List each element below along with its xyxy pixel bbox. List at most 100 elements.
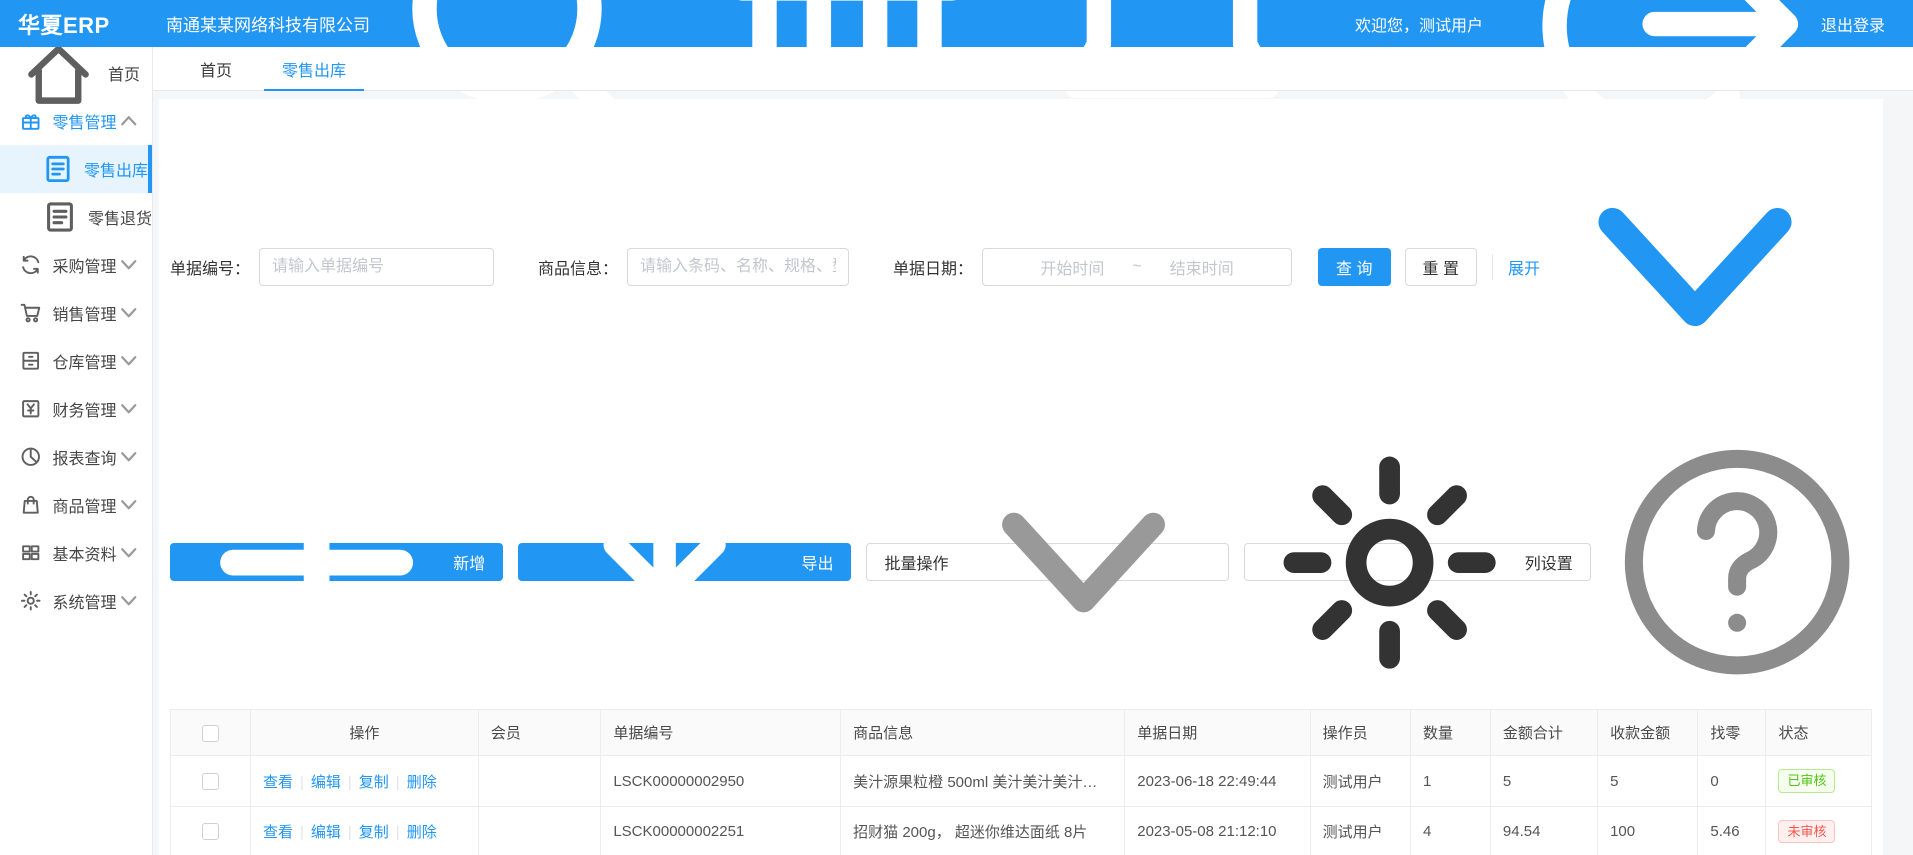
table-head: 操作会员单据编号商品信息单据日期操作员数量金额合计收款金额找零状态 <box>171 710 1872 756</box>
basic-icon <box>19 541 42 564</box>
action-delete-link[interactable]: 删除 <box>407 774 437 791</box>
row-select-cell <box>171 806 251 855</box>
cell-total-amount: 5 <box>1490 756 1597 807</box>
row-checkbox[interactable] <box>202 773 219 790</box>
purchase-icon <box>19 253 42 276</box>
doc-icon <box>41 152 75 186</box>
date-label: 单据日期： <box>893 255 973 279</box>
help-icon[interactable] <box>1606 431 1868 693</box>
column-settings-button[interactable]: 列设置 <box>1244 543 1591 581</box>
tab-home[interactable]: 首页 <box>175 47 257 90</box>
column-header: 单据日期 <box>1125 710 1310 756</box>
table-body: 查看|编辑|复制|删除LSCK00000002950美汁源果粒橙 500ml 美… <box>171 756 1872 855</box>
finance-icon <box>19 397 42 420</box>
filter-bar: 单据编号： 商品信息： 单据日期： 开始时间 ~ 结束 <box>170 117 1872 417</box>
sidebar-item-report[interactable]: 报表查询 <box>0 433 152 481</box>
product-filter: 商品信息： <box>538 248 849 286</box>
chevron-down-icon <box>1545 117 1845 417</box>
gear-icon <box>1262 435 1517 690</box>
sidebar-item-warehouse[interactable]: 仓库管理 <box>0 337 152 385</box>
logout-label: 退出登录 <box>1821 12 1885 36</box>
export-label: 导出 <box>801 550 833 574</box>
cell-change: 5.46 <box>1698 806 1766 855</box>
cell-received-amount: 100 <box>1598 806 1698 855</box>
sidebar-item-label: 仓库管理 <box>52 349 116 373</box>
sidebar-item-purchase[interactable]: 采购管理 <box>0 241 152 289</box>
expand-label: 展开 <box>1508 255 1540 279</box>
download-icon <box>536 434 793 691</box>
goods-icon <box>19 493 42 516</box>
content-area: 单据编号： 商品信息： 单据日期： 开始时间 ~ 结束 <box>153 91 1913 855</box>
sidebar-item-goods[interactable]: 商品管理 <box>0 481 152 529</box>
toolbar: 新增 导出 批量操作 列设置 <box>170 431 1872 693</box>
batch-operations-button[interactable]: 批量操作 <box>866 543 1228 581</box>
export-button[interactable]: 导出 <box>518 543 851 581</box>
main-area: 首页零售出库 单据编号： 商品信息： 单据日期： <box>153 47 1913 855</box>
cell-qty: 4 <box>1410 806 1490 855</box>
tab-retail-outbound[interactable]: 零售出库 <box>257 47 371 90</box>
row-checkbox[interactable] <box>202 823 219 840</box>
expand-link[interactable]: 展开 <box>1508 117 1845 417</box>
select-all-checkbox[interactable] <box>202 725 219 742</box>
date-start-placeholder: 开始时间 <box>1040 255 1104 279</box>
cell-qty: 1 <box>1410 756 1490 807</box>
column-header: 状态 <box>1766 710 1872 756</box>
orders-table: 操作会员单据编号商品信息单据日期操作员数量金额合计收款金额找零状态 查看 | 编辑 |… <box>170 709 1872 855</box>
action-copy-link[interactable]: 复制 <box>359 824 389 841</box>
chevron-down-icon <box>117 253 140 276</box>
sidebar: 首页零售管理零售出库零售退货采购管理销售管理仓库管理财务管理报表查询商品管理基本… <box>0 47 153 855</box>
bill-no-filter: 单据编号： <box>170 248 494 286</box>
plus-icon <box>188 434 445 691</box>
chevron-down-icon <box>117 445 140 468</box>
reset-button[interactable]: 重 置 <box>1405 248 1477 286</box>
action-divider: | <box>348 774 352 791</box>
column-header: 会员 <box>478 710 600 756</box>
add-button[interactable]: 新增 <box>170 543 503 581</box>
sidebar-item-system[interactable]: 系统管理 <box>0 577 152 625</box>
bill-no-input[interactable] <box>259 248 494 286</box>
action-edit-link[interactable]: 编辑 <box>311 824 341 841</box>
content-card: 单据编号： 商品信息： 单据日期： 开始时间 ~ 结束 <box>159 99 1883 855</box>
company-name: 南通某某网络科技有限公司 <box>153 11 370 36</box>
action-divider: | <box>396 824 400 841</box>
date-filter: 单据日期： 开始时间 ~ 结束时间 <box>893 248 1292 286</box>
cell-member <box>478 806 600 855</box>
action-view-link[interactable]: 查看 <box>263 824 293 841</box>
cell-status: 已审核 <box>1766 756 1872 807</box>
retail-icon <box>19 109 42 132</box>
sidebar-item-label: 商品管理 <box>52 493 116 517</box>
column-header: 操作员 <box>1310 710 1410 756</box>
column-header: 找零 <box>1698 710 1766 756</box>
sidebar-item-label: 采购管理 <box>52 253 116 277</box>
chevron-down-icon <box>957 436 1210 689</box>
sidebar-item-finance[interactable]: 财务管理 <box>0 385 152 433</box>
welcome-text: 欢迎您，测试用户 <box>1355 12 1483 36</box>
sidebar-item-basic[interactable]: 基本资料 <box>0 529 152 577</box>
column-header: 金额合计 <box>1490 710 1597 756</box>
action-delete-link[interactable]: 删除 <box>407 824 437 841</box>
action-divider: | <box>348 824 352 841</box>
date-range-input[interactable]: 开始时间 ~ 结束时间 <box>982 248 1292 286</box>
sidebar-subitem-retail-return[interactable]: 零售退货 <box>0 193 152 241</box>
cell-bill-no: LSCK00000002251 <box>601 806 841 855</box>
search-button[interactable]: 查 询 <box>1318 248 1390 286</box>
chevron-down-icon <box>117 397 140 420</box>
action-copy-link[interactable]: 复制 <box>359 774 389 791</box>
column-header: 单据编号 <box>601 710 841 756</box>
action-view-link[interactable]: 查看 <box>263 774 293 791</box>
sidebar-item-label: 首页 <box>108 61 140 85</box>
table-header-row: 操作会员单据编号商品信息单据日期操作员数量金额合计收款金额找零状态 <box>171 710 1872 756</box>
cell-operator: 测试用户 <box>1310 756 1410 807</box>
batch-label: 批量操作 <box>884 550 948 574</box>
sidebar-item-home[interactable]: 首页 <box>0 49 152 97</box>
select-all-cell <box>171 710 251 756</box>
app-logo: 华夏ERP <box>0 8 153 40</box>
sidebar-subitem-label: 零售退货 <box>88 205 152 229</box>
erp-app: 华夏ERP 南通某某网络科技有限公司 欢迎您，测试用户 退出登录 首页零售管理零… <box>0 0 1913 855</box>
product-input[interactable] <box>627 248 849 286</box>
sidebar-subitem-retail-outbound[interactable]: 零售出库 <box>0 145 152 193</box>
sidebar-item-sales[interactable]: 销售管理 <box>0 289 152 337</box>
cell-status: 未审核 <box>1766 806 1872 855</box>
status-badge: 已审核 <box>1778 769 1835 793</box>
action-edit-link[interactable]: 编辑 <box>311 774 341 791</box>
